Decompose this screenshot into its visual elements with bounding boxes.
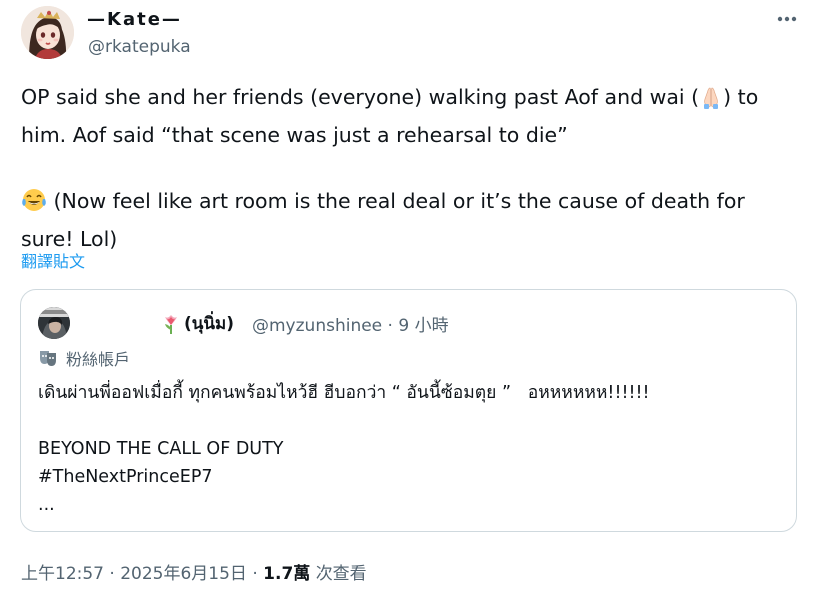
footer-separator: ·: [104, 564, 121, 584]
author-avatar[interactable]: [21, 6, 74, 59]
more-options-button[interactable]: [772, 8, 802, 30]
quoted-avatar-image: [38, 307, 70, 339]
tweet-text-part-1: OP said she and her friends (everyone) w…: [21, 85, 700, 109]
tulip-icon: [160, 313, 182, 335]
praying-hands-icon: [699, 85, 723, 119]
author-handle[interactable]: @rkatepuka: [88, 37, 191, 57]
tweet-text: OP said she and her friends (everyone) w…: [21, 81, 801, 256]
tweet-date[interactable]: 2025年6月15日: [120, 564, 247, 584]
fan-account-badge: 粉絲帳戶: [38, 346, 130, 370]
separator-dot: ·: [382, 316, 399, 336]
views-count: 1.7萬: [263, 564, 311, 584]
quoted-display-name-text: (นุนิ่ม): [184, 314, 234, 334]
quoted-handle[interactable]: @myzunshinee: [252, 316, 382, 336]
tweet-text-part-3: (Now feel like art room is the real deal…: [21, 189, 745, 251]
translate-post-link[interactable]: 翻譯貼文: [21, 248, 85, 272]
ellipsis-icon: [777, 16, 797, 22]
quoted-meta: @myzunshinee · 9 小時: [252, 311, 449, 336]
quoted-time[interactable]: 9 小時: [398, 316, 448, 336]
quoted-tweet-text: เดินผ่านพี่ออฟเมื่อกี้ ทุกคนพร้อมไหว้ฮี …: [38, 383, 650, 515]
quoted-display-name[interactable]: (นุนิ่ม): [160, 310, 234, 337]
quoted-author-avatar[interactable]: [38, 307, 70, 339]
footer-separator: ·: [246, 564, 264, 584]
author-avatar-image: [21, 6, 74, 59]
theater-masks-icon: [38, 349, 58, 367]
tweet-footer: 上午12:57 · 2025年6月15日 · 1.7萬 次查看: [21, 559, 367, 584]
fan-account-label: 粉絲帳戶: [66, 350, 131, 369]
quoted-tweet-card[interactable]: (นุนิ่ม) @myzunshinee · 9 小時 粉絲帳戶 เดินผ่…: [20, 289, 797, 532]
views-label-text: 次查看: [315, 564, 367, 584]
author-display-name[interactable]: —Kate—: [87, 9, 182, 30]
tears-of-joy-icon: [21, 187, 47, 223]
tweet-time[interactable]: 上午12:57: [21, 564, 104, 584]
views-label: 次查看: [310, 564, 367, 584]
